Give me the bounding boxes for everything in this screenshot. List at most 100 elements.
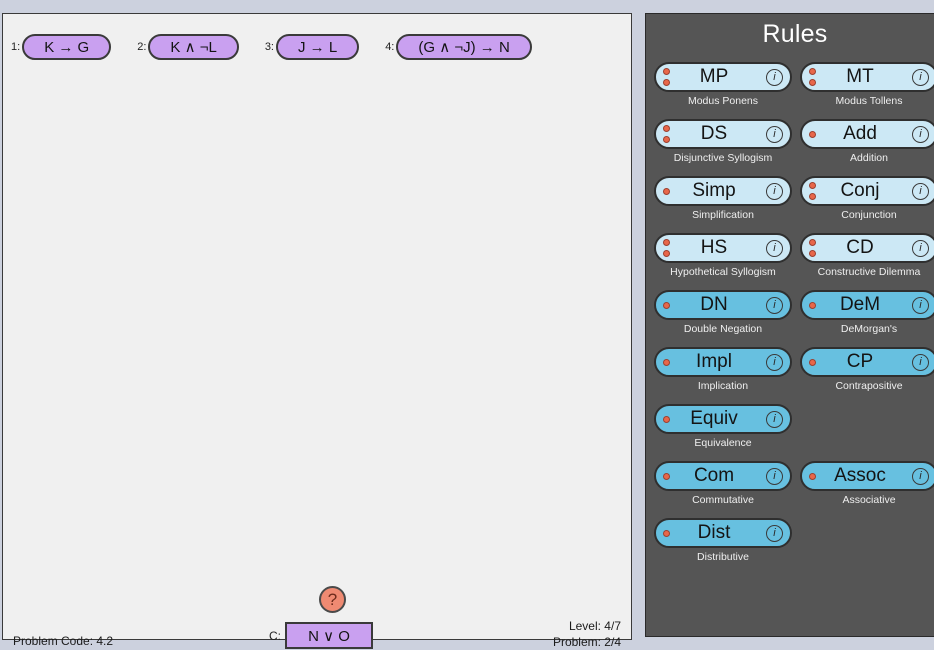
help-button[interactable]: ? xyxy=(319,586,346,613)
rule-abbreviation: Simp xyxy=(692,180,736,201)
info-icon[interactable]: i xyxy=(912,182,929,200)
rule-button-cd[interactable]: CD i xyxy=(800,233,934,263)
info-icon[interactable]: i xyxy=(766,524,783,542)
rule-full-name: Simplification xyxy=(692,209,754,221)
rule-button-dn[interactable]: DN i xyxy=(654,290,792,320)
premise-slot-dots xyxy=(663,406,670,432)
premise-item: 3: J → L xyxy=(265,34,360,60)
premise-index: 4: xyxy=(385,41,395,53)
rule-full-name: Disjunctive Syllogism xyxy=(673,152,773,164)
rule-cell: Assoc i Associative xyxy=(800,461,934,518)
info-icon[interactable]: i xyxy=(912,239,929,257)
premise-slot-dot-icon xyxy=(663,415,670,423)
info-icon[interactable]: i xyxy=(912,296,929,314)
rule-cell: Add i Addition xyxy=(800,119,934,176)
premise-slot-dot-icon xyxy=(663,239,670,246)
rule-full-name: Equivalence xyxy=(694,437,752,449)
rule-cell: CP i Contrapositive xyxy=(800,347,934,404)
premise-slot-dot-icon xyxy=(663,250,670,257)
rule-full-name: Addition xyxy=(850,152,888,164)
rule-row: Dist i Distributive xyxy=(654,518,934,575)
rule-button-dem[interactable]: DeM i xyxy=(800,290,934,320)
premise-pill[interactable]: J → L xyxy=(276,34,360,60)
rule-cell: Impl i Implication xyxy=(654,347,800,404)
rule-full-name: Commutative xyxy=(692,494,754,506)
info-icon[interactable]: i xyxy=(912,467,929,485)
rule-cell: Simp i Simplification xyxy=(654,176,800,233)
premise-item: 4: (G ∧ ¬J) → N xyxy=(385,34,532,60)
info-icon[interactable]: i xyxy=(912,68,929,86)
rule-cell: MP i Modus Ponens xyxy=(654,62,800,119)
rule-button-impl[interactable]: Impl i xyxy=(654,347,792,377)
rule-row: Impl i Implication CP i Contrapositive xyxy=(654,347,934,404)
rule-button-cp[interactable]: CP i xyxy=(800,347,934,377)
info-icon[interactable]: i xyxy=(912,353,929,371)
premise-slot-dots xyxy=(663,64,670,90)
rule-full-name: DeMorgan's xyxy=(840,323,898,335)
rule-cell: Com i Commutative xyxy=(654,461,800,518)
premise-slot-dots xyxy=(809,64,816,90)
progress-indicator: Level: 4/7 Problem: 2/4 xyxy=(553,618,621,650)
rule-abbreviation: HS xyxy=(700,237,728,258)
rule-abbreviation: DN xyxy=(700,294,728,315)
rule-abbreviation: Equiv xyxy=(690,408,738,429)
premise-slot-dot-icon xyxy=(663,358,670,366)
rule-button-equiv[interactable]: Equiv i xyxy=(654,404,792,434)
premise-slot-dot-icon xyxy=(809,301,816,309)
info-icon[interactable]: i xyxy=(766,410,783,428)
rule-button-conj[interactable]: Conj i xyxy=(800,176,934,206)
premise-slot-dots xyxy=(663,463,670,489)
premise-slot-dots xyxy=(809,235,816,261)
rule-button-com[interactable]: Com i xyxy=(654,461,792,491)
premise-slot-dots xyxy=(809,178,816,204)
premise-index: 2: xyxy=(137,41,147,53)
rule-abbreviation: MT xyxy=(846,66,874,87)
premise-pill[interactable]: K ∧ ¬L xyxy=(148,34,239,60)
premise-slot-dots xyxy=(809,463,816,489)
rule-cell: MT i Modus Tollens xyxy=(800,62,934,119)
premise-pill[interactable]: K → G xyxy=(22,34,112,60)
premise-slot-dot-icon xyxy=(809,250,816,257)
info-icon[interactable]: i xyxy=(766,353,783,371)
premise-slot-dots xyxy=(809,349,816,375)
rule-full-name: Hypothetical Syllogism xyxy=(670,266,776,278)
info-icon[interactable]: i xyxy=(766,467,783,485)
rule-abbreviation: MP xyxy=(699,66,729,87)
info-icon[interactable]: i xyxy=(766,182,783,200)
premise-slot-dots xyxy=(663,178,670,204)
rule-button-mp[interactable]: MP i xyxy=(654,62,792,92)
rule-abbreviation: CD xyxy=(846,237,874,258)
premise-slot-dot-icon xyxy=(663,472,670,480)
rule-button-hs[interactable]: HS i xyxy=(654,233,792,263)
rule-cell: DS i Disjunctive Syllogism xyxy=(654,119,800,176)
info-icon[interactable]: i xyxy=(766,296,783,314)
rule-abbreviation: Conj xyxy=(840,180,880,201)
proof-workspace[interactable]: 1: K → G 2: K ∧ ¬L 3: J → L 4: (G ∧ ¬J) → N ? C… xyxy=(2,13,632,649)
premise-slot-dot-icon xyxy=(663,136,670,143)
rule-button-mt[interactable]: MT i xyxy=(800,62,934,92)
info-icon[interactable]: i xyxy=(766,68,783,86)
premise-slot-dots xyxy=(663,349,670,375)
premise-slot-dot-icon xyxy=(663,125,670,132)
premise-slot-dot-icon xyxy=(809,79,816,86)
rule-abbreviation: DeM xyxy=(839,294,881,315)
rule-button-ds[interactable]: DS i xyxy=(654,119,792,149)
rule-button-simp[interactable]: Simp i xyxy=(654,176,792,206)
premise-slot-dot-icon xyxy=(663,529,670,537)
premise-index: 1: xyxy=(11,41,21,53)
rule-full-name: Constructive Dilemma xyxy=(817,266,921,278)
rule-row: Com i Commutative Assoc i Associative xyxy=(654,461,934,518)
premise-pill[interactable]: (G ∧ ¬J) → N xyxy=(396,34,532,60)
rule-button-assoc[interactable]: Assoc i xyxy=(800,461,934,491)
rule-full-name: Implication xyxy=(697,380,749,392)
rule-button-add[interactable]: Add i xyxy=(800,119,934,149)
rule-cell: Conj i Conjunction xyxy=(800,176,934,233)
rule-cell: Dist i Distributive xyxy=(654,518,800,575)
info-icon[interactable]: i xyxy=(766,125,783,143)
info-icon[interactable]: i xyxy=(912,125,929,143)
rule-button-dist[interactable]: Dist i xyxy=(654,518,792,548)
problem-code-label: Problem Code: 4.2 xyxy=(13,634,114,648)
rule-row: DN i Double Negation DeM i DeMorgan's xyxy=(654,290,934,347)
rule-cell: CD i Constructive Dilemma xyxy=(800,233,934,290)
info-icon[interactable]: i xyxy=(766,239,783,257)
